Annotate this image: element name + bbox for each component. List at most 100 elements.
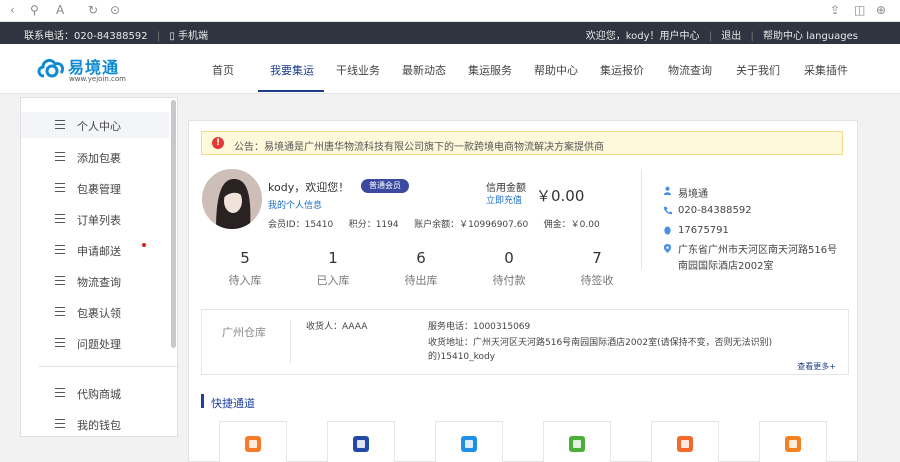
warehouse-divider — [290, 320, 291, 364]
sidebar-item-wallet[interactable]: 我的钱包 — [21, 411, 169, 437]
account-stats: 会员ID：15410 积分：1194 账户余额：￥10996907.60 佣金：… — [268, 217, 600, 230]
sidebar-item-package-management[interactable]: 包裹管理 — [21, 175, 169, 201]
menu-icon — [55, 152, 65, 161]
menu-icon — [55, 307, 65, 316]
nav-help-center[interactable]: 帮助中心 — [534, 62, 578, 78]
nav-about[interactable]: 关于我们 — [736, 62, 780, 78]
notification-dot — [142, 243, 146, 247]
menu-icon — [55, 245, 65, 254]
nav-plugin[interactable]: 采集插件 — [804, 62, 848, 78]
sidebar-item-issue-handling[interactable]: 问题处理 — [21, 330, 169, 356]
balance-value: 10996907.60 — [468, 220, 529, 230]
share-icon[interactable]: ⇪ — [830, 3, 840, 17]
avatar[interactable] — [202, 169, 262, 229]
quick-link-package[interactable] — [219, 421, 287, 462]
refresh-icon[interactable]: ↻ — [88, 3, 98, 17]
mobile-icon: ▯ — [169, 31, 175, 42]
warehouse-card: 广州仓库 收货人：AAAA 服务电话：1000315069 收货地址：广州天河区… — [201, 309, 849, 375]
order-stat-pending-payment[interactable]: 0 待付款 — [479, 249, 539, 288]
section-accent-bar — [201, 394, 204, 408]
member-level-badge: 普通会员 — [361, 179, 409, 193]
quick-link-form[interactable] — [327, 421, 395, 462]
nav-consolidation[interactable]: 我要集运 — [270, 62, 314, 78]
order-label: 已入库 — [316, 274, 350, 287]
sidebar-item-order-list[interactable]: 订单列表 — [21, 206, 169, 232]
add-icon[interactable]: ⊕ — [876, 3, 886, 17]
nav-trunk-business[interactable]: 干线业务 — [336, 62, 380, 78]
order-stat-pending-inbound[interactable]: 5 待入库 — [215, 249, 275, 288]
order-stat-pending-outbound[interactable]: 6 待出库 — [391, 249, 451, 288]
text-size-icon[interactable]: A — [56, 3, 64, 17]
personal-info-link[interactable]: 我的个人信息 — [268, 198, 322, 211]
cloud-logo-icon — [37, 58, 65, 78]
nav-services[interactable]: 集运服务 — [468, 62, 512, 78]
commission-value: 0.00 — [579, 220, 600, 230]
warehouse-receiver: 收货人：AAAA — [306, 322, 368, 332]
sidebar-item-label: 订单列表 — [77, 214, 121, 227]
credit-label: 信用金额 — [486, 183, 526, 194]
order-stat-inbound[interactable]: 1 已入库 — [303, 249, 363, 288]
member-id-label: 会员ID： — [268, 220, 305, 230]
help-link[interactable]: 帮助中心 — [763, 31, 803, 42]
nav-news[interactable]: 最新动态 — [402, 62, 446, 78]
link-icon[interactable]: ⚲ — [30, 3, 39, 17]
nav-home[interactable]: 首页 — [212, 62, 234, 78]
browser-toolbar: ‹ ⚲ A ↻ ⊙ ⇪ ◫ ⊕ — [0, 0, 900, 22]
sidebar-item-personal-center[interactable]: 个人中心 — [21, 112, 169, 138]
view-more-link[interactable]: 查看更多+ — [797, 361, 836, 372]
warning-icon: ! — [212, 137, 224, 149]
nav-quote[interactable]: 集运报价 — [600, 62, 644, 78]
recharge-link[interactable]: 立即充值 — [486, 193, 522, 206]
quick-link-truck[interactable] — [759, 421, 827, 462]
menu-icon — [55, 338, 65, 347]
sidebar-item-label: 我的钱包 — [77, 419, 121, 432]
sidebar-item-package-claim[interactable]: 包裹认领 — [21, 299, 169, 325]
list-icon — [677, 436, 693, 452]
sidebar-item-logistics-query[interactable]: 物流查询 — [21, 268, 169, 294]
hotline-text: 联系电话：020-84388592 — [24, 31, 148, 42]
order-count: 0 — [504, 249, 514, 267]
avatar-portrait-icon — [202, 169, 262, 229]
order-label: 待入库 — [228, 274, 262, 287]
order-count: 7 — [592, 249, 602, 267]
quick-link-delivery[interactable] — [435, 421, 503, 462]
order-stat-pending-receipt[interactable]: 7 待签收 — [567, 249, 627, 288]
extension-icon[interactable]: ◫ — [854, 3, 865, 17]
credit-value: ￥0.00 — [536, 187, 585, 205]
back-icon[interactable]: ‹ — [10, 3, 15, 17]
nav-tracking[interactable]: 物流查询 — [668, 62, 712, 78]
sidebar-item-label: 代购商城 — [77, 388, 121, 401]
announcement-bar: ! 公告：易境通是广州唐华物流科技有限公司旗下的一款跨境电商物流解决方案提供商 — [201, 131, 843, 155]
welcome-link[interactable]: 欢迎您，kody！用户中心 — [586, 31, 700, 42]
sidebar-item-label: 包裹管理 — [77, 183, 121, 196]
quick-link-list[interactable] — [651, 421, 719, 462]
quick-link-box[interactable] — [543, 421, 611, 462]
commission-label: 佣金：￥ — [543, 220, 580, 230]
user-sidebar: 个人中心 添加包裹 包裹管理 订单列表 申请邮送 物流查询 包裹认领 问题处理 … — [20, 97, 179, 437]
contact-name-text: 易境通 — [678, 189, 708, 200]
sidebar-item-label: 申请邮送 — [77, 245, 121, 258]
site-header: 易境通 www.yejoin.com 首页 我要集运 干线业务 最新动态 集运服… — [0, 44, 900, 94]
points-label: 积分： — [348, 220, 376, 230]
announcement-text[interactable]: 公告：易境通是广州唐华物流科技有限公司旗下的一款跨境电商物流解决方案提供商 — [234, 138, 604, 153]
sidebar-item-apply-shipping[interactable]: 申请邮送 — [21, 237, 169, 263]
logout-link[interactable]: 退出 — [721, 31, 741, 42]
phone-icon — [663, 206, 672, 215]
sidebar-item-purchase-mall[interactable]: 代购商城 — [21, 380, 169, 406]
balance-label: 账户余额：￥ — [414, 220, 469, 230]
form-icon — [353, 436, 369, 452]
bike-icon — [461, 436, 477, 452]
profile-divider — [641, 169, 642, 269]
site-logo[interactable]: 易境通 www.yejoin.com — [36, 52, 146, 86]
sidebar-item-label: 包裹认领 — [77, 307, 121, 320]
compass-icon[interactable]: ⊙ — [110, 3, 120, 17]
contact-phone-text: 020-84388592 — [678, 205, 752, 216]
mobile-link[interactable]: 手机端 — [178, 31, 208, 42]
top-info-bar: 联系电话：020-84388592 | ▯ 手机端 欢迎您，kody！用户中心 … — [0, 22, 900, 44]
sidebar-item-add-package[interactable]: 添加包裹 — [21, 144, 169, 170]
sidebar-scrollbar[interactable] — [171, 100, 176, 348]
menu-icon — [55, 388, 65, 397]
languages-link[interactable]: languages — [806, 31, 858, 42]
order-label: 待签收 — [580, 274, 614, 287]
nav-active-indicator — [258, 90, 324, 92]
